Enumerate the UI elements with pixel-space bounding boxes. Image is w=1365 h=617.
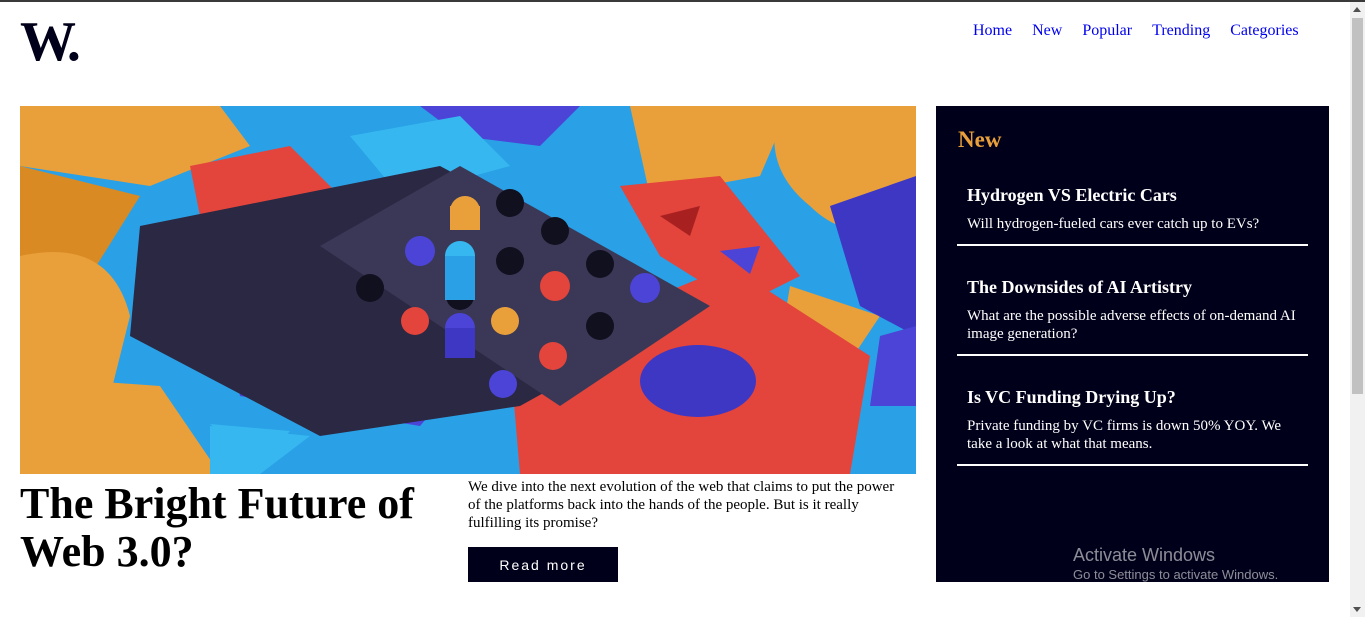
new-articles-sidebar: New Hydrogen VS Electric Cars Will hydro… <box>936 106 1329 582</box>
scroll-up-arrow-icon[interactable] <box>1353 7 1361 12</box>
sidebar-article-title[interactable]: Is VC Funding Drying Up? <box>967 386 1308 408</box>
hero-image <box>20 106 916 474</box>
nav-link-popular[interactable]: Popular <box>1082 22 1132 40</box>
sidebar-article-text: What are the possible adverse effects of… <box>967 308 1296 342</box>
sidebar-article-text: Private funding by VC firms is down 50% … <box>967 418 1282 452</box>
site-logo[interactable]: W. <box>20 14 81 70</box>
nav-link-trending[interactable]: Trending <box>1152 22 1210 40</box>
hero-illustration <box>20 106 916 474</box>
sidebar-article[interactable]: Hydrogen VS Electric Cars Will hydrogen-… <box>957 184 1308 246</box>
nav-link-categories[interactable]: Categories <box>1230 22 1298 40</box>
vertical-scrollbar[interactable] <box>1350 2 1365 617</box>
sidebar-article-title[interactable]: The Downsides of AI Artistry <box>967 276 1308 298</box>
nav-link-home[interactable]: Home <box>973 22 1012 40</box>
nav-link-new[interactable]: New <box>1032 22 1062 40</box>
article-headline: The Bright Future of Web 3.0? <box>20 479 414 576</box>
sidebar-article[interactable]: Is VC Funding Drying Up? Private funding… <box>957 386 1308 466</box>
scrollbar-thumb[interactable] <box>1352 18 1363 394</box>
sidebar-article-title[interactable]: Hydrogen VS Electric Cars <box>967 184 1308 206</box>
article-description: We dive into the next evolution of the w… <box>468 479 895 531</box>
sidebar-heading: New <box>958 127 1002 152</box>
sidebar-article[interactable]: The Downsides of AI Artistry What are th… <box>957 276 1308 356</box>
window-top-border <box>0 0 1365 2</box>
read-more-button[interactable]: Read more <box>468 547 618 582</box>
scroll-down-arrow-icon[interactable] <box>1353 607 1361 612</box>
main-nav: Home New Popular Trending Categories <box>973 22 1319 40</box>
sidebar-article-text: Will hydrogen-fueled cars ever catch up … <box>967 216 1260 232</box>
